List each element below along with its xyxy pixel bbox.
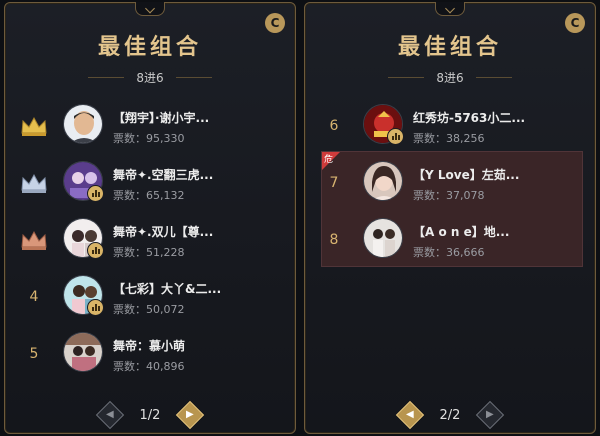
next-page-button[interactable]: ▶ <box>176 400 205 430</box>
divider-line <box>475 76 512 78</box>
rank-slot: 8 <box>319 211 349 268</box>
gold-crown-icon <box>21 116 47 136</box>
audio-level-badge-icon <box>387 128 404 145</box>
rank-number: 4 <box>29 288 39 305</box>
chevron-left-icon: ◀ <box>105 408 114 420</box>
group-name: 红秀坊-5763小二... <box>413 111 526 125</box>
vote-count: 票数：37,078 <box>413 189 485 202</box>
rank-slot: 4 <box>19 268 49 325</box>
rank-slot <box>19 211 49 268</box>
subtitle-row: 8进6 <box>5 69 295 85</box>
next-page-button[interactable]: ▶ <box>476 400 505 430</box>
audio-level-badge-icon <box>87 185 104 202</box>
ranking-row-3[interactable]: 舞帝✦.双儿【尊... 票数：51,228 <box>5 211 295 268</box>
divider-line <box>388 76 425 78</box>
group-name: 【翔宇】·谢小宇... <box>113 111 210 125</box>
rank-number: 7 <box>329 174 339 191</box>
vote-count: 票数：50,072 <box>113 303 185 316</box>
ranking-row-2[interactable]: 舞帝✦.空翻三虎... 票数：65,132 <box>5 154 295 211</box>
rank-slot: 6 <box>319 97 349 154</box>
avatar[interactable] <box>363 161 403 201</box>
prev-page-button[interactable]: ◀ <box>395 400 424 430</box>
vote-count: 票数：65,132 <box>113 189 185 202</box>
group-name: 舞帝：慕小萌 <box>113 339 186 353</box>
vote-count: 票数：95,330 <box>113 132 185 145</box>
rank-number: 5 <box>29 345 39 362</box>
ranking-list: 6 红秀坊-5763小二... 票数：38,256 7 【Y Love】左茹..… <box>305 97 595 268</box>
round-subtitle: 8进6 <box>436 70 464 85</box>
panel-title: 最佳组合 <box>97 35 202 60</box>
round-subtitle: 8进6 <box>136 70 164 85</box>
ranking-row-7[interactable]: 7 【Y Love】左茹... 票数：37,078 <box>305 154 595 211</box>
vote-count: 票数：40,896 <box>113 360 185 373</box>
avatar[interactable] <box>63 104 103 144</box>
rank-slot <box>19 154 49 211</box>
chevron-right-icon: ▶ <box>486 408 495 420</box>
chevron-right-icon: ▶ <box>186 408 195 420</box>
subtitle-row: 8进6 <box>305 69 595 85</box>
rank-slot: 7 <box>319 154 349 211</box>
prev-page-button[interactable]: ◀ <box>95 400 124 430</box>
ranking-row-1[interactable]: 【翔宇】·谢小宇... 票数：95,330 <box>5 97 295 154</box>
panel-title: 最佳组合 <box>397 35 502 60</box>
panel-top-ornament <box>135 2 165 16</box>
ranking-row-8[interactable]: 8 【A o n e】地... 票数：36,666 <box>305 211 595 268</box>
divider-line <box>175 76 212 78</box>
ranking-row-6[interactable]: 6 红秀坊-5763小二... 票数：38,256 <box>305 97 595 154</box>
bronze-crown-icon <box>21 230 47 250</box>
rank-slot <box>19 97 49 154</box>
avatar[interactable] <box>63 332 103 372</box>
group-name: 【A o n e】地... <box>413 225 510 239</box>
group-name: 舞帝✦.双儿【尊... <box>113 225 214 239</box>
page-indicator: 2/2 <box>439 407 461 423</box>
ranking-row-4[interactable]: 4 【七彩】大丫&二... 票数：50,072 <box>5 268 295 325</box>
silver-crown-icon <box>21 173 47 193</box>
audio-level-badge-icon <box>87 299 104 316</box>
group-name: 【Y Love】左茹... <box>413 168 520 182</box>
rank-number: 6 <box>329 117 339 134</box>
vote-count: 票数：51,228 <box>113 246 185 259</box>
chevron-left-icon: ◀ <box>405 408 414 420</box>
ranking-panel-page-2: C 最佳组合 8进6 危 6 红秀坊-5763小二... 票数：38,256 7… <box>304 2 596 434</box>
group-name: 【七彩】大丫&二... <box>113 282 222 296</box>
pagination: ◀ 2/2 ▶ <box>305 400 595 430</box>
ranking-panel-page-1: C 最佳组合 8进6 【翔宇】·谢小宇... 票数：95,330 舞帝✦.空翻三… <box>4 2 296 434</box>
rank-number: 8 <box>329 231 339 248</box>
avatar[interactable] <box>363 218 403 258</box>
divider-line <box>88 76 125 78</box>
panel-top-ornament <box>435 2 465 16</box>
vote-count: 票数：38,256 <box>413 132 485 145</box>
pagination: ◀ 1/2 ▶ <box>5 400 295 430</box>
group-name: 舞帝✦.空翻三虎... <box>113 168 214 182</box>
page-indicator: 1/2 <box>139 407 161 423</box>
vote-count: 票数：36,666 <box>413 246 485 259</box>
ranking-row-5[interactable]: 5 舞帝：慕小萌 票数：40,896 <box>5 325 295 382</box>
ranking-list: 【翔宇】·谢小宇... 票数：95,330 舞帝✦.空翻三虎... 票数：65,… <box>5 97 295 382</box>
rank-slot: 5 <box>19 325 49 382</box>
audio-level-badge-icon <box>87 242 104 259</box>
